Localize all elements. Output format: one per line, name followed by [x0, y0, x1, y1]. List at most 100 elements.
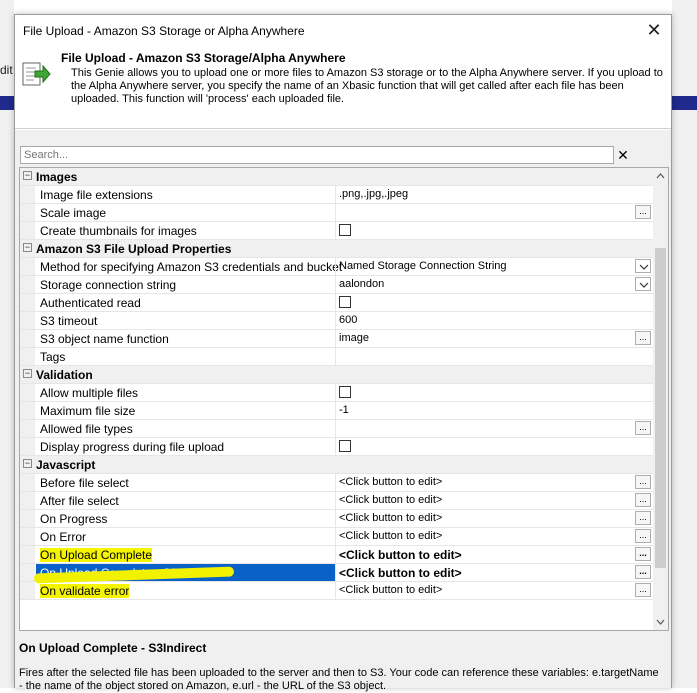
- property-name: After file select: [40, 494, 119, 508]
- dropdown-button[interactable]: [635, 277, 651, 291]
- property-row-image-file-extensions[interactable]: Image file extensions .png,.jpg,.jpeg: [20, 186, 653, 204]
- property-value[interactable]: ...: [335, 420, 653, 437]
- row-gutter: [20, 258, 35, 275]
- scrollbar-thumb[interactable]: [655, 248, 666, 568]
- property-rows: − Images Image file extensions .png,.jpg…: [20, 168, 653, 600]
- ellipsis-button[interactable]: ...: [635, 583, 651, 597]
- property-name: Create thumbnails for images: [40, 224, 197, 238]
- property-value[interactable]: <Click button to edit>...: [335, 564, 653, 581]
- ellipsis-button[interactable]: ...: [635, 511, 651, 525]
- property-row-before-file-select[interactable]: Before file select <Click button to edit…: [20, 474, 653, 492]
- checkbox[interactable]: [339, 386, 351, 398]
- vertical-scrollbar[interactable]: [653, 168, 668, 630]
- property-row-tags[interactable]: Tags: [20, 348, 653, 366]
- category-amazon-s3[interactable]: − Amazon S3 File Upload Properties: [20, 240, 653, 258]
- property-row-allow-multiple-files[interactable]: Allow multiple files: [20, 384, 653, 402]
- scroll-up-icon[interactable]: [653, 168, 668, 184]
- property-value-text: aalondon: [339, 278, 385, 290]
- property-value-text: <Click button to edit>: [339, 584, 443, 596]
- category-label: Amazon S3 File Upload Properties: [36, 242, 232, 256]
- row-gutter: [20, 564, 35, 581]
- property-name: Scale image: [40, 206, 107, 220]
- property-value[interactable]: <Click button to edit>...: [335, 528, 653, 545]
- property-row-on-progress[interactable]: On Progress <Click button to edit>...: [20, 510, 653, 528]
- row-gutter: [20, 186, 35, 203]
- property-row-storage-connection[interactable]: Storage connection string aalondon: [20, 276, 653, 294]
- property-value[interactable]: Named Storage Connection String: [335, 258, 653, 275]
- property-name: Allowed file types: [40, 422, 133, 436]
- property-value[interactable]: <Click button to edit>...: [335, 492, 653, 509]
- checkbox[interactable]: [339, 440, 351, 452]
- property-name: On Upload Complete: [36, 546, 335, 563]
- category-validation[interactable]: − Validation: [20, 366, 653, 384]
- chevron-down-icon: [639, 264, 649, 270]
- collapse-icon[interactable]: −: [23, 459, 32, 468]
- property-value[interactable]: <Click button to edit>...: [335, 546, 653, 563]
- property-value[interactable]: image...: [335, 330, 653, 347]
- property-value-text: <Click button to edit>: [339, 548, 462, 562]
- property-row-s3-object-name-function[interactable]: S3 object name function image...: [20, 330, 653, 348]
- property-row-on-error[interactable]: On Error <Click button to edit>...: [20, 528, 653, 546]
- close-icon[interactable]: ✕: [643, 18, 665, 42]
- property-value[interactable]: <Click button to edit>...: [335, 474, 653, 491]
- property-row-credentials-method[interactable]: Method for specifying Amazon S3 credenti…: [20, 258, 653, 276]
- property-row-after-file-select[interactable]: After file select <Click button to edit>…: [20, 492, 653, 510]
- category-javascript[interactable]: − Javascript: [20, 456, 653, 474]
- property-name: Storage connection string: [40, 278, 177, 292]
- category-label: Validation: [36, 368, 93, 382]
- ellipsis-button[interactable]: ...: [635, 205, 651, 219]
- row-gutter: [20, 312, 35, 329]
- row-gutter: [20, 222, 35, 239]
- ellipsis-button[interactable]: ...: [635, 331, 651, 345]
- property-value: [335, 222, 653, 239]
- checkbox[interactable]: [339, 224, 351, 236]
- property-value[interactable]: <Click button to edit>...: [335, 510, 653, 527]
- row-gutter: [20, 402, 35, 419]
- property-value-text: <Click button to edit>: [339, 512, 443, 524]
- category-label: Images: [36, 170, 78, 184]
- collapse-icon[interactable]: −: [23, 369, 32, 378]
- dropdown-button[interactable]: [635, 259, 651, 273]
- property-row-authenticated-read[interactable]: Authenticated read: [20, 294, 653, 312]
- property-row-s3-timeout[interactable]: S3 timeout 600: [20, 312, 653, 330]
- property-row-on-upload-complete[interactable]: On Upload Complete <Click button to edit…: [20, 546, 653, 564]
- property-value[interactable]: ...: [335, 204, 653, 221]
- property-value-text: <Click button to edit>: [339, 566, 462, 580]
- row-gutter: [20, 276, 35, 293]
- property-name: Method for specifying Amazon S3 credenti…: [40, 260, 343, 274]
- row-gutter: [20, 330, 35, 347]
- row-gutter: [20, 420, 35, 437]
- ellipsis-button[interactable]: ...: [635, 493, 651, 507]
- ellipsis-button[interactable]: ...: [635, 421, 651, 435]
- ellipsis-button[interactable]: ...: [635, 529, 651, 543]
- property-row-display-progress[interactable]: Display progress during file upload: [20, 438, 653, 456]
- collapse-icon[interactable]: −: [23, 171, 32, 180]
- collapse-icon[interactable]: −: [23, 243, 32, 252]
- ellipsis-button[interactable]: ...: [635, 547, 651, 561]
- ellipsis-button[interactable]: ...: [635, 565, 651, 579]
- property-value[interactable]: 600: [335, 312, 653, 329]
- property-value[interactable]: -1: [335, 402, 653, 419]
- search-input[interactable]: [20, 146, 614, 164]
- property-row-maximum-file-size[interactable]: Maximum file size -1: [20, 402, 653, 420]
- ellipsis-button[interactable]: ...: [635, 475, 651, 489]
- property-name: Allow multiple files: [40, 386, 139, 400]
- checkbox[interactable]: [339, 296, 351, 308]
- clear-search-icon[interactable]: ✕: [616, 146, 630, 164]
- property-row-allowed-file-types[interactable]: Allowed file types ...: [20, 420, 653, 438]
- category-images[interactable]: − Images: [20, 168, 653, 186]
- row-gutter: [20, 510, 35, 527]
- property-value[interactable]: <Click button to edit>...: [335, 582, 653, 599]
- header-description: This Genie allows you to upload one or m…: [71, 67, 663, 105]
- property-row-on-validate-error[interactable]: On validate error <Click button to edit>…: [20, 582, 653, 600]
- property-name: Before file select: [40, 476, 129, 490]
- property-value[interactable]: .png,.jpg,.jpeg: [335, 186, 653, 203]
- property-value[interactable]: aalondon: [335, 276, 653, 293]
- row-gutter: [20, 492, 35, 509]
- scroll-down-icon[interactable]: [653, 614, 668, 630]
- property-value: [335, 294, 653, 311]
- property-value[interactable]: [335, 348, 653, 365]
- property-row-scale-image[interactable]: Scale image ...: [20, 204, 653, 222]
- header-title: File Upload - Amazon S3 Storage/Alpha An…: [61, 51, 346, 65]
- property-row-create-thumbnails[interactable]: Create thumbnails for images: [20, 222, 653, 240]
